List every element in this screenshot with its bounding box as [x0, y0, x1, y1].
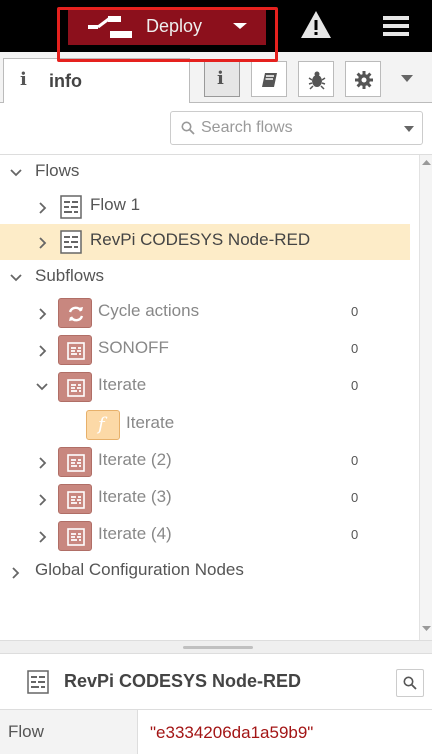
tab-info[interactable]: i info	[3, 58, 190, 104]
search-icon	[181, 121, 195, 135]
deploy-button[interactable]: Deploy	[68, 9, 266, 45]
tree-item-label: Iterate (3)	[98, 487, 172, 506]
scroll-down-arrow-icon[interactable]	[422, 625, 431, 632]
usage-count: 0	[351, 341, 359, 356]
tree-item-label: Iterate	[126, 413, 175, 432]
refresh-icon	[58, 298, 92, 328]
search-icon	[403, 676, 417, 690]
tree-group-flows[interactable]: Flows	[0, 155, 410, 191]
tree-item-label: Flow 1	[90, 195, 141, 214]
info-icon: i	[20, 69, 27, 90]
chevron-right-icon	[39, 531, 47, 543]
chevron-right-icon	[39, 237, 47, 249]
tree-group-subflows[interactable]: Subflows	[0, 260, 410, 296]
tree-item-node[interactable]: f Iterate	[0, 407, 410, 443]
chevron-down-icon	[10, 169, 22, 177]
top-header: Deploy	[0, 0, 432, 62]
info-properties-table: Flow "e3334206da1a59b9"	[0, 710, 432, 754]
tree-item-subflow[interactable]: Cycle actions 0	[0, 295, 410, 331]
warning-icon[interactable]	[299, 8, 333, 42]
gear-icon	[355, 71, 373, 89]
chevron-right-icon	[39, 308, 47, 320]
subflow-icon	[58, 521, 92, 551]
info-panel-header: RevPi CODESYS Node-RED	[0, 654, 432, 710]
caret-down-icon[interactable]	[230, 17, 250, 35]
sidebar-tabbar: i info i	[0, 52, 432, 104]
usage-count: 0	[351, 527, 359, 542]
flow-icon	[60, 195, 82, 219]
search-options-caret-icon[interactable]	[403, 125, 415, 133]
book-icon	[262, 73, 277, 87]
tree-item-subflow[interactable]: Iterate (3) 0	[0, 481, 410, 517]
property-value: "e3334206da1a59b9"	[150, 723, 314, 742]
info-search-button[interactable]	[396, 669, 424, 697]
function-glyph: f	[98, 414, 105, 435]
panel-resize-divider[interactable]	[0, 640, 432, 654]
tree-group-label: Flows	[35, 161, 80, 180]
search-row	[0, 103, 432, 155]
chevron-right-icon	[39, 494, 47, 506]
info-icon: i	[217, 68, 224, 89]
help-tool-button[interactable]	[251, 61, 287, 97]
debug-tool-button[interactable]	[298, 61, 334, 97]
tree-item-label: Iterate	[98, 375, 147, 394]
subflow-icon	[58, 335, 92, 365]
tree-item-subflow[interactable]: Iterate (4) 0	[0, 518, 410, 554]
chevron-right-icon	[39, 345, 47, 357]
info-panel-title: RevPi CODESYS Node-RED	[64, 671, 302, 691]
tree-item-flow[interactable]: Flow 1	[0, 189, 410, 225]
chevron-down-icon	[36, 383, 48, 391]
tree-group-label: Global Configuration Nodes	[35, 560, 244, 579]
function-icon: f	[86, 410, 120, 440]
subflow-icon	[58, 484, 92, 514]
chevron-right-icon	[39, 457, 47, 469]
chevron-right-icon	[12, 567, 20, 579]
tree-scrollbar[interactable]	[419, 155, 432, 640]
flow-icon	[27, 670, 49, 694]
tab-menu-caret-icon[interactable]	[400, 74, 414, 84]
usage-count: 0	[351, 378, 359, 393]
property-key-cell: Flow	[0, 710, 138, 754]
tree-item-label: Iterate (4)	[98, 524, 172, 543]
tree-item-label: RevPi CODESYS Node-RED	[90, 230, 311, 249]
property-key: Flow	[8, 722, 44, 741]
bug-icon	[308, 71, 326, 90]
tab-info-label: info	[49, 71, 82, 91]
tree-item-subflow[interactable]: Iterate (2) 0	[0, 444, 410, 480]
tree-group-label: Subflows	[35, 266, 104, 285]
usage-count: 0	[351, 453, 359, 468]
tree-item-flow-selected[interactable]: RevPi CODESYS Node-RED	[0, 224, 410, 260]
usage-count: 0	[351, 490, 359, 505]
tree-group-global-config[interactable]: Global Configuration Nodes	[0, 554, 410, 590]
deploy-label: Deploy	[146, 16, 203, 36]
hamburger-menu-icon[interactable]	[378, 10, 414, 42]
search-box[interactable]	[170, 111, 423, 145]
chevron-right-icon	[39, 202, 47, 214]
chevron-down-icon	[10, 274, 22, 282]
flow-icon	[60, 230, 82, 254]
tree-item-subflow[interactable]: SONOFF 0	[0, 332, 410, 368]
flow-tree: Flows Flow 1 RevPi CODESYS Node-RED Subf…	[0, 155, 420, 640]
scroll-up-arrow-icon[interactable]	[422, 159, 431, 166]
info-tool-button[interactable]: i	[204, 61, 240, 97]
subflow-icon	[58, 447, 92, 477]
config-tool-button[interactable]	[345, 61, 381, 97]
search-input[interactable]	[201, 115, 397, 141]
tree-item-label: SONOFF	[98, 338, 169, 357]
deploy-icon	[88, 16, 132, 38]
resize-grip[interactable]	[183, 646, 253, 649]
usage-count: 0	[351, 304, 359, 319]
subflow-icon	[58, 372, 92, 402]
tree-item-label: Iterate (2)	[98, 450, 172, 469]
tree-item-label: Cycle actions	[98, 301, 200, 320]
tree-item-subflow-expanded[interactable]: Iterate 0	[0, 369, 410, 405]
